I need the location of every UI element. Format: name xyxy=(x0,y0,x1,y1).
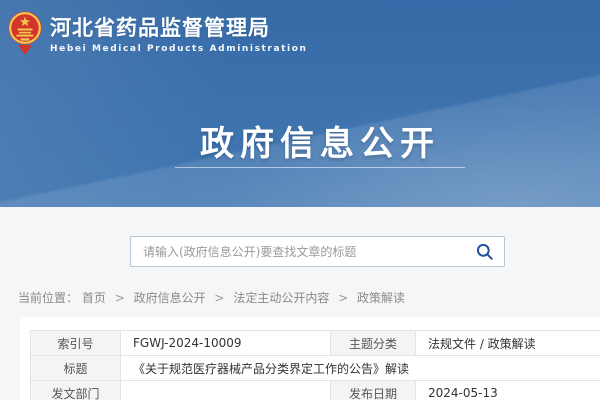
breadcrumb-item-legal-disclosure[interactable]: 法定主动公开内容 xyxy=(233,291,329,305)
field-label-subject-category: 主题分类 xyxy=(331,331,416,356)
breadcrumb-separator: > xyxy=(214,291,224,305)
search-input[interactable] xyxy=(131,237,466,266)
breadcrumb-item-home[interactable]: 首页 xyxy=(82,291,106,305)
breadcrumb-separator: > xyxy=(115,291,125,305)
field-value-index-no: FGWJ-2024-10009 xyxy=(121,331,331,356)
search-icon xyxy=(476,243,494,261)
document-info-table: 索引号 FGWJ-2024-10009 主题分类 法规文件 / 政策解读 标题 … xyxy=(30,330,600,400)
banner-title: 政府信息公开 xyxy=(0,116,600,165)
table-row-index: 索引号 FGWJ-2024-10009 主题分类 法规文件 / 政策解读 xyxy=(31,331,600,356)
breadcrumb-item-gov-info[interactable]: 政府信息公开 xyxy=(134,291,206,305)
hero-banner: 河北省药品监督管理局 Hebei Medical Products Admini… xyxy=(0,0,600,207)
breadcrumb-label: 当前位置： xyxy=(18,291,78,305)
field-label-issuing-department: 发文部门 xyxy=(31,381,121,400)
field-value-publish-date: 2024-05-13 xyxy=(416,381,600,400)
banner-underline xyxy=(175,167,465,168)
national-emblem-icon xyxy=(8,8,42,56)
breadcrumb-item-policy-interpretation[interactable]: 政策解读 xyxy=(357,291,405,305)
field-value-issuing-department xyxy=(121,381,331,400)
field-label-title: 标题 xyxy=(31,356,121,381)
field-value-subject-category: 法规文件 / 政策解读 xyxy=(416,331,600,356)
site-name: 河北省药品监督管理局 xyxy=(50,16,308,41)
content-panel: 索引号 FGWJ-2024-10009 主题分类 法规文件 / 政策解读 标题 … xyxy=(20,317,600,400)
table-row-title: 标题 《关于规范医疗器械产品分类界定工作的公告》解读 xyxy=(31,356,600,381)
field-label-publish-date: 发布日期 xyxy=(331,381,416,400)
site-name-en: Hebei Medical Products Administration xyxy=(50,44,308,54)
search-button[interactable] xyxy=(466,237,504,266)
breadcrumb-separator: > xyxy=(338,291,348,305)
field-label-index-no: 索引号 xyxy=(31,331,121,356)
search-box xyxy=(130,236,505,267)
breadcrumb: 当前位置： 首页 > 政府信息公开 > 法定主动公开内容 > 政策解读 xyxy=(18,289,405,306)
site-titles: 河北省药品监督管理局 Hebei Medical Products Admini… xyxy=(50,8,308,54)
table-row-department-date: 发文部门 发布日期 2024-05-13 xyxy=(31,381,600,400)
field-value-title: 《关于规范医疗器械产品分类界定工作的公告》解读 xyxy=(121,356,600,381)
site-header: 河北省药品监督管理局 Hebei Medical Products Admini… xyxy=(8,8,308,56)
